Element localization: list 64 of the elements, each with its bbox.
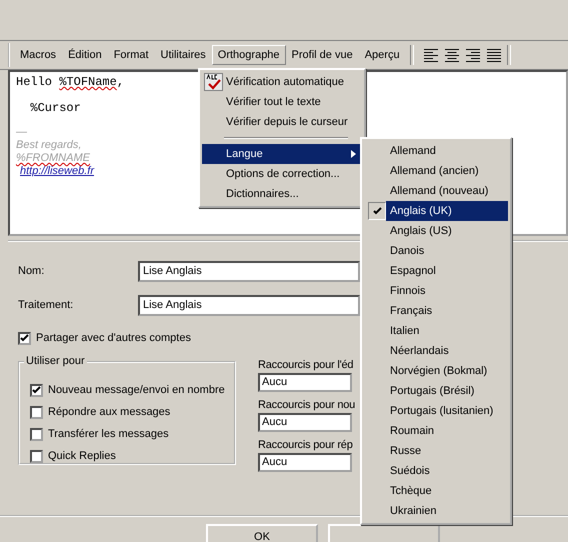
- field-label: Nom:: [18, 265, 46, 277]
- menu-item[interactable]: Langue: [202, 144, 362, 164]
- menu-item[interactable]: Vérification automatique: [202, 72, 362, 92]
- align-justify-icon[interactable]: [484, 47, 503, 63]
- menu-item[interactable]: Roumain: [386, 421, 508, 441]
- checkbox-label: Nouveau message/envoi en nombre: [48, 384, 225, 396]
- align-center-icon[interactable]: [442, 47, 461, 63]
- menu-item[interactable]: Tchèque: [386, 481, 508, 501]
- menu-item[interactable]: Espagnol: [386, 261, 508, 281]
- menu-item[interactable]: Finnois: [386, 281, 508, 301]
- group-title: Utiliser pour: [24, 355, 87, 367]
- checkbox[interactable]: [30, 406, 43, 418]
- menu-item[interactable]: Format: [108, 45, 155, 65]
- submenu-arrow-icon: [351, 150, 356, 158]
- editor-line: %FROMNAME: [16, 152, 90, 165]
- checkbox[interactable]: [30, 384, 43, 396]
- menu-item[interactable]: Danois: [386, 241, 508, 261]
- menu-item[interactable]: Orthographe: [212, 45, 286, 65]
- align-right-icon[interactable]: [464, 47, 482, 63]
- menu-item[interactable]: Portugais (Brésil): [386, 381, 508, 401]
- menu-item[interactable]: Aperçu: [358, 45, 406, 65]
- shortcut-field[interactable]: Aucu: [258, 453, 352, 472]
- editor-line: —: [16, 126, 27, 139]
- menu-item[interactable]: Édition: [62, 45, 108, 65]
- menu-item[interactable]: Suédois: [386, 461, 508, 481]
- menu-item[interactable]: Vérifier depuis le curseur: [202, 112, 362, 132]
- menu-item[interactable]: Norvégien (Bokmal): [386, 361, 508, 381]
- field-label: Raccourcis pour l'éd: [258, 358, 354, 373]
- field-label: Raccourcis pour rép: [258, 438, 353, 453]
- field-label: Raccourcis pour nou: [258, 398, 356, 413]
- menu-item[interactable]: Allemand (nouveau): [386, 181, 508, 201]
- menu-item[interactable]: Allemand (ancien): [386, 161, 508, 181]
- text-field[interactable]: Lise Anglais: [138, 260, 360, 282]
- shortcut-field[interactable]: Aucu: [258, 373, 352, 392]
- field-label: Traitement:: [18, 299, 74, 311]
- menu-item[interactable]: Néerlandais: [386, 341, 508, 361]
- menu-item[interactable]: Français: [386, 301, 508, 321]
- menu-item[interactable]: Profil de vue: [286, 45, 359, 65]
- editor-line: %Cursor: [29, 100, 81, 117]
- menu-item[interactable]: Russe: [386, 441, 508, 461]
- checkbox-label: Partager avec d'autres comptes: [36, 332, 191, 344]
- menu-item[interactable]: Portugais (lusitanien): [386, 401, 508, 421]
- menu-item[interactable]: Italien: [386, 321, 508, 341]
- menu-item[interactable]: Allemand: [386, 141, 508, 161]
- link[interactable]: http://liseweb.fr: [16, 165, 94, 178]
- checkbox[interactable]: [30, 450, 43, 462]
- text-field[interactable]: Lise Anglais: [138, 294, 360, 316]
- menu-item[interactable]: Options de correction...: [202, 164, 362, 184]
- shortcut-field[interactable]: Aucu: [258, 413, 352, 432]
- menu-item[interactable]: Vérifier tout le texte: [202, 92, 362, 112]
- checkbox-label: Quick Replies: [48, 450, 116, 462]
- editor-line: Best regards,: [16, 139, 82, 152]
- checkbox-label: Transférer les messages: [48, 428, 169, 440]
- checkbox[interactable]: [30, 428, 43, 440]
- checkbox[interactable]: [18, 332, 31, 344]
- checkbox-label: Répondre aux messages: [48, 406, 170, 418]
- align-left-icon[interactable]: [422, 47, 440, 63]
- menu-item[interactable]: Utilitaires: [154, 45, 212, 65]
- editor-line: Hello %TOFName,: [16, 74, 124, 91]
- menu-item[interactable]: Ukrainien: [386, 501, 508, 521]
- ok-button[interactable]: OK: [206, 524, 318, 542]
- menu-item[interactable]: Macros: [14, 45, 62, 65]
- menu-item[interactable]: Anglais (UK): [386, 201, 508, 221]
- menu-item[interactable]: Dictionnaires...: [202, 184, 362, 204]
